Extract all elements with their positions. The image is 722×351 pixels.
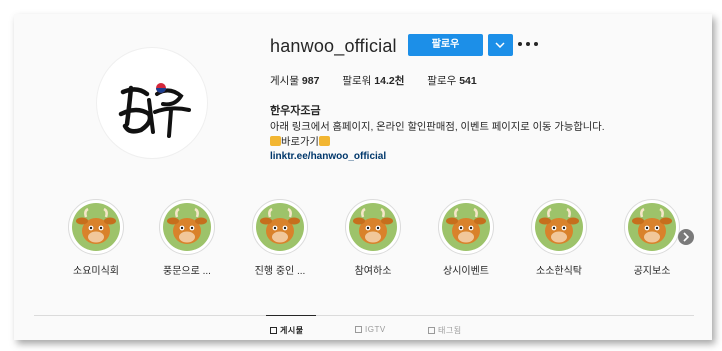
- more-options-icon[interactable]: [517, 35, 541, 53]
- highlight-label: 공지보소: [633, 266, 671, 277]
- pointing-hand-icon: [318, 136, 330, 146]
- highlight-label: 진행 중인 ...: [254, 266, 306, 277]
- highlight-label: 상시이벤트: [443, 266, 489, 277]
- stat-posts[interactable]: 게시물 987: [270, 73, 319, 88]
- cow-mascot-icon: [72, 203, 120, 251]
- tab-igtv[interactable]: IGTV: [355, 325, 386, 334]
- hanwoo-logo-icon: [118, 83, 191, 138]
- highlight-cover: [68, 199, 124, 255]
- tab-posts[interactable]: 게시물: [270, 325, 304, 336]
- suggested-accounts-button[interactable]: [488, 34, 513, 56]
- highlight-item[interactable]: 상시이벤트: [420, 199, 512, 277]
- bio-name: 한우자조금: [270, 105, 321, 117]
- highlight-cover: [252, 199, 308, 255]
- highlight-cover: [531, 199, 587, 255]
- igtv-icon: [355, 326, 362, 333]
- profile-avatar[interactable]: [96, 47, 208, 159]
- chevron-down-icon: [495, 42, 505, 48]
- active-tab-indicator: [266, 315, 316, 316]
- bio-shortcut: 바로가기: [270, 133, 330, 148]
- cow-mascot-icon: [442, 203, 490, 251]
- cow-mascot-icon: [256, 203, 304, 251]
- highlight-cover: [438, 199, 494, 255]
- highlight-item[interactable]: 소요미식회: [50, 199, 142, 277]
- highlight-cover: [159, 199, 215, 255]
- follow-button[interactable]: 팔로우: [408, 34, 483, 56]
- highlight-label: 소소한식탁: [536, 266, 582, 277]
- bio-text: 아래 링크에서 홈페이지, 온라인 할인판매점, 이벤트 페이지로 이동 가능합…: [270, 122, 605, 133]
- highlight-label: 풍문으로 ...: [163, 266, 211, 277]
- profile-link[interactable]: linktr.ee/hanwoo_official: [270, 151, 386, 162]
- highlight-item[interactable]: 소소한식탁: [513, 199, 605, 277]
- cow-mascot-icon: [535, 203, 583, 251]
- stat-following[interactable]: 팔로우 541: [427, 73, 476, 88]
- highlight-cover: [624, 199, 680, 255]
- pointing-hand-icon: [270, 136, 281, 146]
- highlight-cover: [345, 199, 401, 255]
- next-highlights-button[interactable]: [678, 229, 694, 245]
- profile-username: hanwoo_official: [270, 36, 397, 56]
- cow-mascot-icon: [628, 203, 676, 251]
- highlight-item[interactable]: 풍문으로 ...: [141, 199, 233, 277]
- cow-mascot-icon: [349, 203, 397, 251]
- profile-page: hanwoo_official 팔로우 게시물 987 팔로워 14.2천 팔로…: [14, 14, 712, 340]
- tag-icon: [428, 327, 435, 334]
- cow-mascot-icon: [163, 203, 211, 251]
- stat-followers[interactable]: 팔로워 14.2천: [342, 73, 404, 88]
- highlight-label: 참여하소: [354, 266, 392, 277]
- chevron-right-icon: [683, 232, 690, 242]
- highlight-item[interactable]: 참여하소: [327, 199, 419, 277]
- highlight-item[interactable]: 진행 중인 ...: [234, 199, 326, 277]
- highlight-label: 소요미식회: [73, 266, 119, 277]
- grid-icon: [270, 327, 277, 334]
- tabs-divider: [34, 315, 694, 316]
- tab-tagged[interactable]: 태그됨: [428, 325, 462, 336]
- profile-stats: 게시물 987 팔로워 14.2천 팔로우 541: [270, 73, 497, 88]
